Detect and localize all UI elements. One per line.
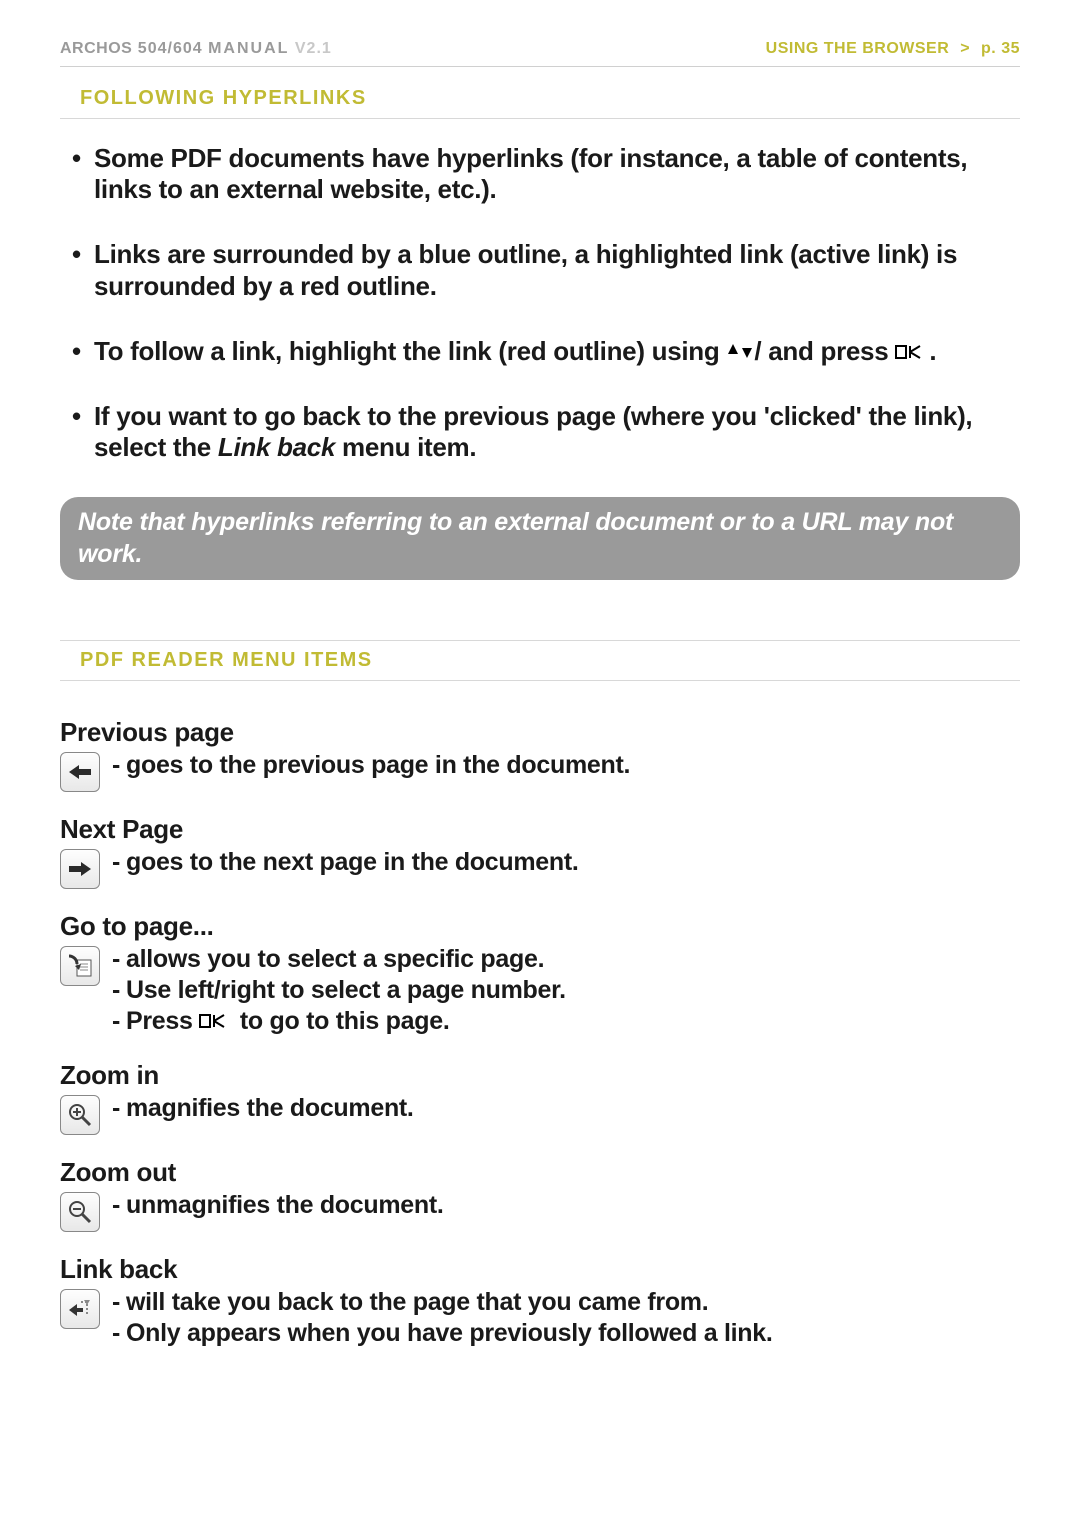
dash-item: unmagnifies the document. [112, 1190, 1020, 1221]
menu-item: Zoom inmagnifies the document. [60, 1060, 1020, 1135]
menu-item-row: unmagnifies the document. [60, 1190, 1020, 1232]
bullet-list: Some PDF documents have hyperlinks (for … [60, 143, 1020, 463]
menu-item-desc: will take you back to the page that you … [112, 1287, 1020, 1350]
goto-page-icon [60, 946, 100, 986]
brand-logo: ARCHOS [60, 40, 132, 57]
menu-item-row: magnifies the document. [60, 1093, 1020, 1135]
menu-item-row: will take you back to the page that you … [60, 1287, 1020, 1350]
header-right: USING THE BROWSER > p. 35 [766, 40, 1020, 58]
zoom-out-icon [60, 1192, 100, 1232]
menu-item: Link backwill take you back to the page … [60, 1254, 1020, 1350]
bullet-text-post: . [929, 336, 936, 366]
menu-item-desc: goes to the previous page in the documen… [112, 750, 1020, 781]
note-callout: Note that hyperlinks referring to an ext… [60, 497, 1020, 580]
menu-item: Zoom outunmagnifies the document. [60, 1157, 1020, 1232]
zoom-in-icon [60, 1095, 100, 1135]
menu-item-title: Link back [60, 1254, 1020, 1285]
bullet-item: Some PDF documents have hyperlinks (for … [60, 143, 1020, 205]
menu-item-desc: allows you to select a specific page.Use… [112, 944, 1020, 1038]
dash-item: Use left/right to select a page number. [112, 975, 1020, 1006]
version-label: V2.1 [295, 40, 332, 57]
menu-item: Go to page...allows you to select a spec… [60, 911, 1020, 1038]
menu-item-desc: unmagnifies the document. [112, 1190, 1020, 1221]
dash-item: allows you to select a specific page. [112, 944, 1020, 975]
menu-items-container: Previous pagegoes to the previous page i… [60, 717, 1020, 1349]
menu-item-title: Previous page [60, 717, 1020, 748]
dash-item: magnifies the document. [112, 1093, 1020, 1124]
dash-item: goes to the previous page in the documen… [112, 750, 1020, 781]
bullet-text-pre: To follow a link, highlight the link (re… [94, 336, 726, 366]
ok-icon [199, 1012, 233, 1030]
bullet-item: To follow a link, highlight the link (re… [60, 336, 1020, 367]
menu-item-row: goes to the previous page in the documen… [60, 750, 1020, 792]
dash-item: goes to the next page in the document. [112, 847, 1020, 878]
bullet-em: Link back [218, 432, 335, 462]
dash-list: magnifies the document. [112, 1093, 1020, 1124]
menu-item-title: Zoom out [60, 1157, 1020, 1188]
menu-item-title: Zoom in [60, 1060, 1020, 1091]
ok-icon [895, 343, 929, 361]
menu-item-desc: magnifies the document. [112, 1093, 1020, 1124]
bullet-item: Links are surrounded by a blue outline, … [60, 239, 1020, 301]
page-header: ARCHOS 504/604 MANUAL V2.1 USING THE BRO… [60, 40, 1020, 67]
section-name: USING THE BROWSER [766, 40, 950, 57]
bullet-text-post: menu item. [335, 432, 476, 462]
bullet-text-mid: and press [761, 336, 895, 366]
bullet-text: Some PDF documents have hyperlinks (for … [94, 143, 967, 204]
dash-list: unmagnifies the document. [112, 1190, 1020, 1221]
menu-item: Previous pagegoes to the previous page i… [60, 717, 1020, 792]
bullet-text: Links are surrounded by a blue outline, … [94, 239, 957, 300]
arrow-right-icon [60, 849, 100, 889]
breadcrumb-separator: > [954, 40, 976, 57]
section-heading-following: FOLLOWING HYPERLINKS [60, 79, 1020, 119]
section-heading-menu: PDF READER MENU ITEMS [60, 640, 1020, 681]
menu-item: Next Pagegoes to the next page in the do… [60, 814, 1020, 889]
dash-item: Only appears when you have previously fo… [112, 1318, 1020, 1349]
header-left: ARCHOS 504/604 MANUAL V2.1 [60, 40, 332, 58]
bullet-item: If you want to go back to the previous p… [60, 401, 1020, 463]
link-back-icon [60, 1289, 100, 1329]
manual-label: MANUAL [208, 40, 289, 57]
dash-list: will take you back to the page that you … [112, 1287, 1020, 1350]
menu-item-title: Next Page [60, 814, 1020, 845]
menu-item-row: allows you to select a specific page.Use… [60, 944, 1020, 1038]
dash-item: Press to go to this page. [112, 1006, 1020, 1037]
menu-item-title: Go to page... [60, 911, 1020, 942]
dash-list: allows you to select a specific page.Use… [112, 944, 1020, 1038]
arrow-left-icon [60, 752, 100, 792]
up-down-arrows-icon [726, 336, 754, 366]
dash-list: goes to the previous page in the documen… [112, 750, 1020, 781]
dash-list: goes to the next page in the document. [112, 847, 1020, 878]
menu-item-row: goes to the next page in the document. [60, 847, 1020, 889]
menu-item-desc: goes to the next page in the document. [112, 847, 1020, 878]
dash-item: will take you back to the page that you … [112, 1287, 1020, 1318]
page-number: p. 35 [981, 40, 1020, 57]
model-number: 504/604 [138, 40, 203, 57]
